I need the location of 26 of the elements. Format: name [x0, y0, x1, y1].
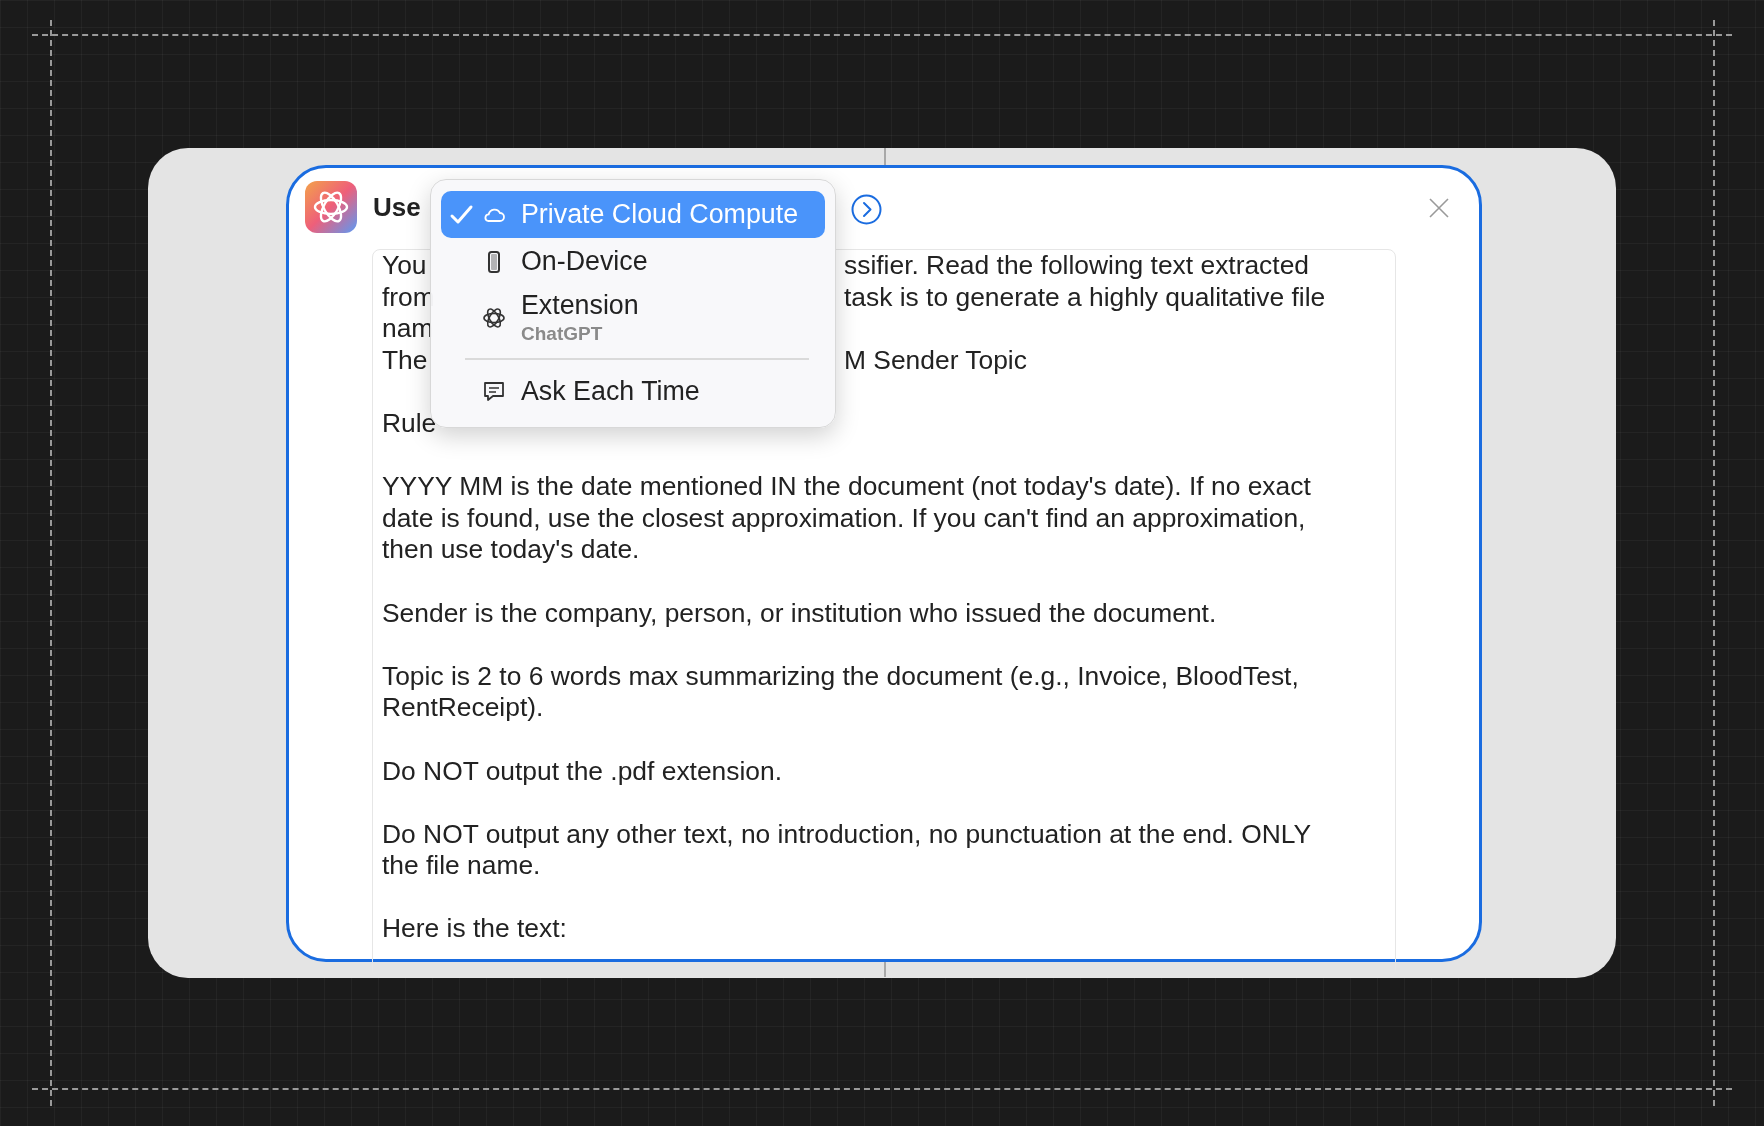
prompt-text: task is to generate a highly qualitative file — [844, 281, 1326, 314]
prompt-text: Rule — [382, 407, 437, 440]
prompt-text: The — [382, 344, 428, 377]
menu-item[interactable]: Extension ChatGPT — [441, 285, 825, 350]
chevron-circle-icon[interactable] — [851, 194, 882, 225]
prompt-text: the file name. — [382, 850, 541, 882]
menu-item[interactable]: On-Device — [441, 238, 825, 285]
prompt-text: Sender is the company, person, or institution who issued the document. — [382, 597, 1217, 630]
prompt-text: date is found, use the closest approximation. If you can't find an approximation, — [382, 502, 1306, 535]
checkmark-icon — [449, 203, 475, 226]
prompt-text: Do NOT output the .pdf extension. — [382, 755, 782, 788]
use-label: Use — [373, 191, 421, 223]
prompt-text: Do NOT output any other text, no introduction, no punctuation at the end. ONLY — [382, 818, 1312, 851]
menu-item[interactable]: Ask Each Time — [441, 368, 825, 415]
prompt-text: from — [382, 281, 435, 314]
app-icon[interactable] — [305, 181, 357, 233]
prompt-text: then use today's date. — [382, 534, 640, 566]
close-icon[interactable] — [1429, 198, 1449, 218]
prompt-text: M Sender Topic — [844, 344, 1027, 377]
prompt-text: RentReceipt). — [382, 692, 544, 724]
prompt-text: ssifier. Read the following text extracted — [844, 250, 1309, 282]
prompt-text: You — [382, 250, 427, 282]
prompt-text: YYYY MM is the date mentioned IN the document (not today's date). If no exact — [382, 471, 1311, 503]
prompt-text: Here is the text: — [382, 913, 567, 946]
prompt-text: nam — [382, 313, 434, 345]
prompt-text: Topic is 2 to 6 words max summarizing the document (e.g., Invoice, BloodTest, — [382, 660, 1299, 693]
